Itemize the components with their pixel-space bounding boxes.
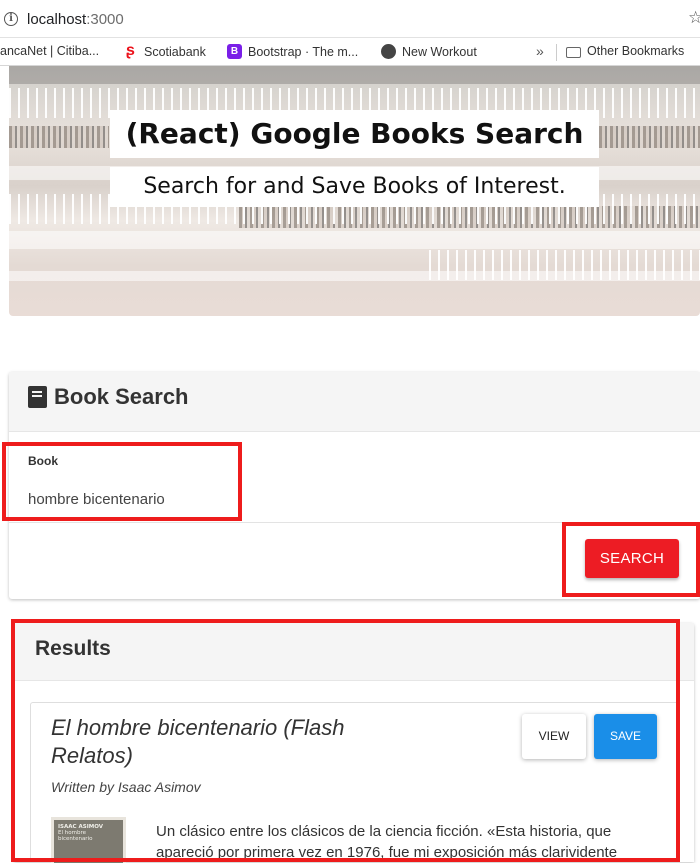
book-search-title: Book Search <box>54 384 189 409</box>
address-bar[interactable]: i localhost:3000 ☆ <box>0 0 700 38</box>
bookmark-bootstrap[interactable]: B Bootstrap · The m... <box>227 44 358 59</box>
globe-icon <box>381 44 396 59</box>
page-title: (React) Google Books Search <box>110 110 599 158</box>
hero-floor <box>9 271 700 281</box>
hero-shelf <box>9 126 109 148</box>
hero-shelf <box>599 126 700 148</box>
highlight-book-field <box>2 442 242 521</box>
highlight-search-button <box>562 522 700 597</box>
hero-banner: (React) Google Books Search Search for a… <box>9 66 700 316</box>
page-subtitle: Search for and Save Books of Interest. <box>110 167 599 207</box>
bookmark-scotiabank[interactable]: ʂ Scotiabank <box>123 42 206 59</box>
bookmarks-bar: ancaNet | Citiba... ʂ Scotiabank B Bootstr… <box>0 38 700 66</box>
info-icon[interactable]: i <box>4 12 18 26</box>
more-bookmarks-chevron-icon[interactable]: » <box>536 43 544 59</box>
bookmarks-divider <box>556 44 557 61</box>
book-icon <box>28 386 47 408</box>
hero-balcony <box>9 231 700 249</box>
bookmark-new-workout[interactable]: New Workout <box>381 44 477 59</box>
bookmark-star-icon[interactable]: ☆ <box>688 8 700 28</box>
url-text[interactable]: localhost:3000 <box>27 11 124 28</box>
bookmark-other-bookmarks[interactable]: Other Bookmarks <box>566 44 684 58</box>
hero-ceiling <box>9 66 700 84</box>
highlight-results <box>11 619 680 862</box>
bookmark-citibanamex[interactable]: ancaNet | Citiba... <box>0 44 99 58</box>
book-search-header: Book Search <box>9 372 700 432</box>
folder-icon <box>566 46 581 58</box>
scotiabank-icon: ʂ <box>126 42 135 59</box>
bootstrap-icon: B <box>227 44 242 59</box>
